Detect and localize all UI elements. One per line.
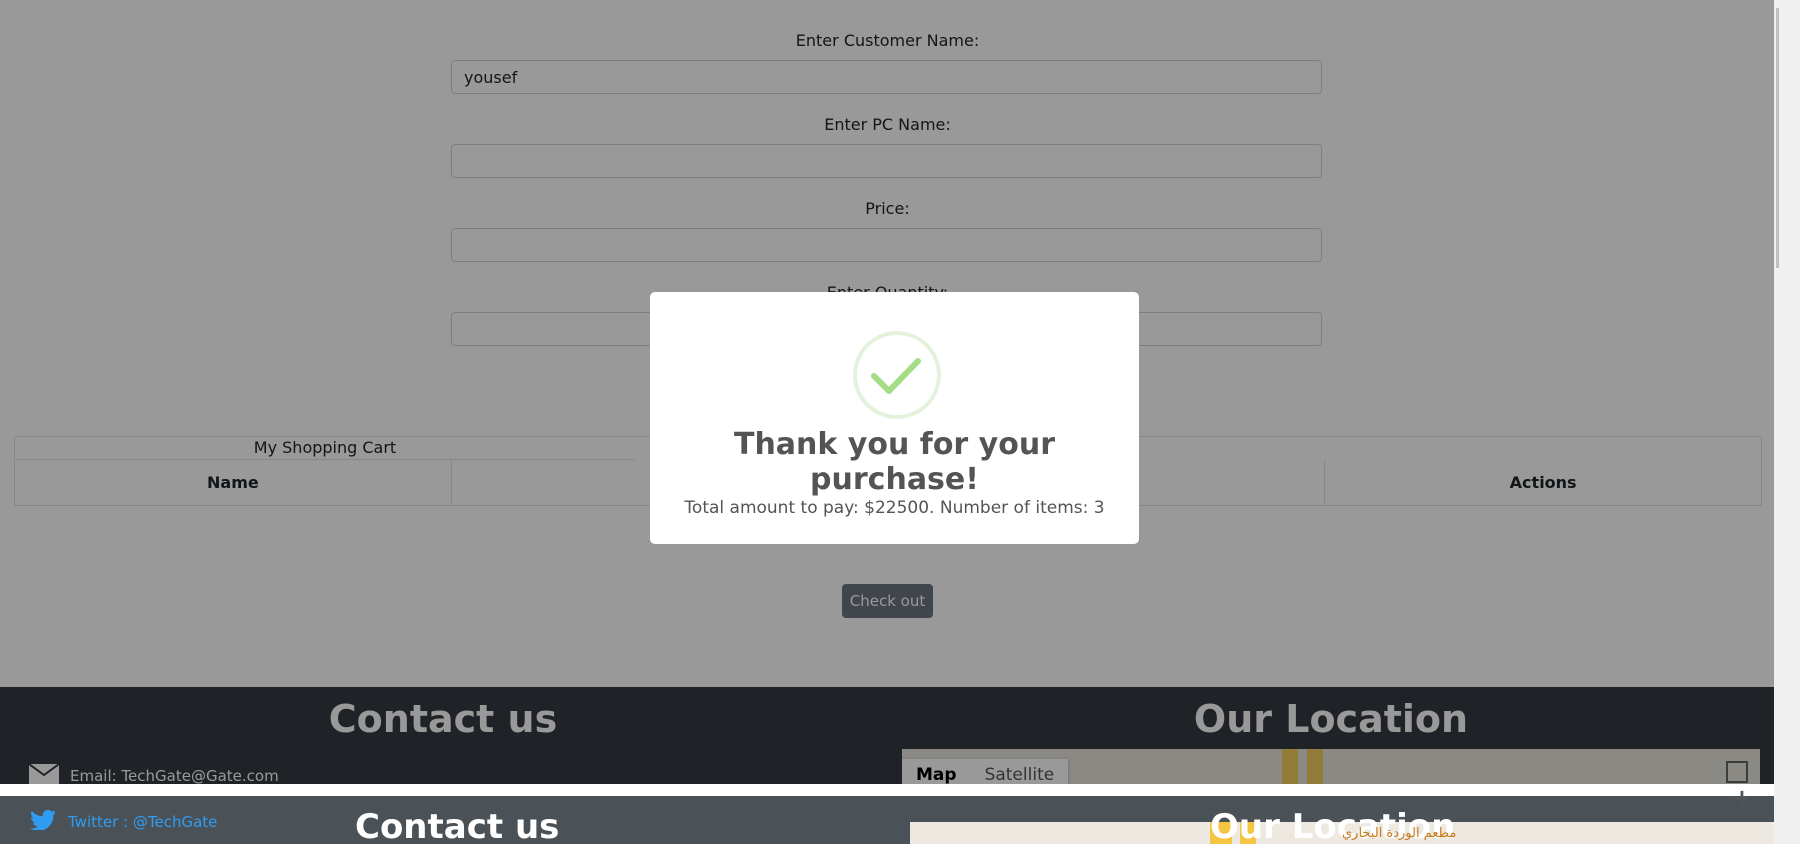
twitter-text: Twitter : @TechGate — [68, 813, 218, 831]
page: Enter Customer Name: yousef Enter PC Nam… — [0, 0, 1800, 844]
modal-title: Thank you for your purchase! — [733, 427, 1055, 497]
duplicate-footer-strip: Twitter : @TechGate Contact us Our Locat… — [0, 784, 1774, 844]
twitter-link[interactable]: Twitter : @TechGate — [30, 809, 218, 834]
contact-title-duplicate: Contact us — [355, 812, 560, 844]
map-place-label: مطعم الوردة البحاري — [1342, 826, 1457, 841]
twitter-icon — [30, 809, 56, 834]
success-check-icon — [853, 331, 941, 419]
modal-message: Total amount to pay: $22500. Number of i… — [684, 498, 1105, 518]
vertical-scrollbar[interactable] — [1774, 0, 1800, 844]
success-modal: Thank you for your purchase! Total amoun… — [650, 292, 1139, 544]
zoom-in-icon[interactable]: + — [1732, 784, 1752, 812]
scrollbar-thumb[interactable] — [1776, 8, 1779, 268]
